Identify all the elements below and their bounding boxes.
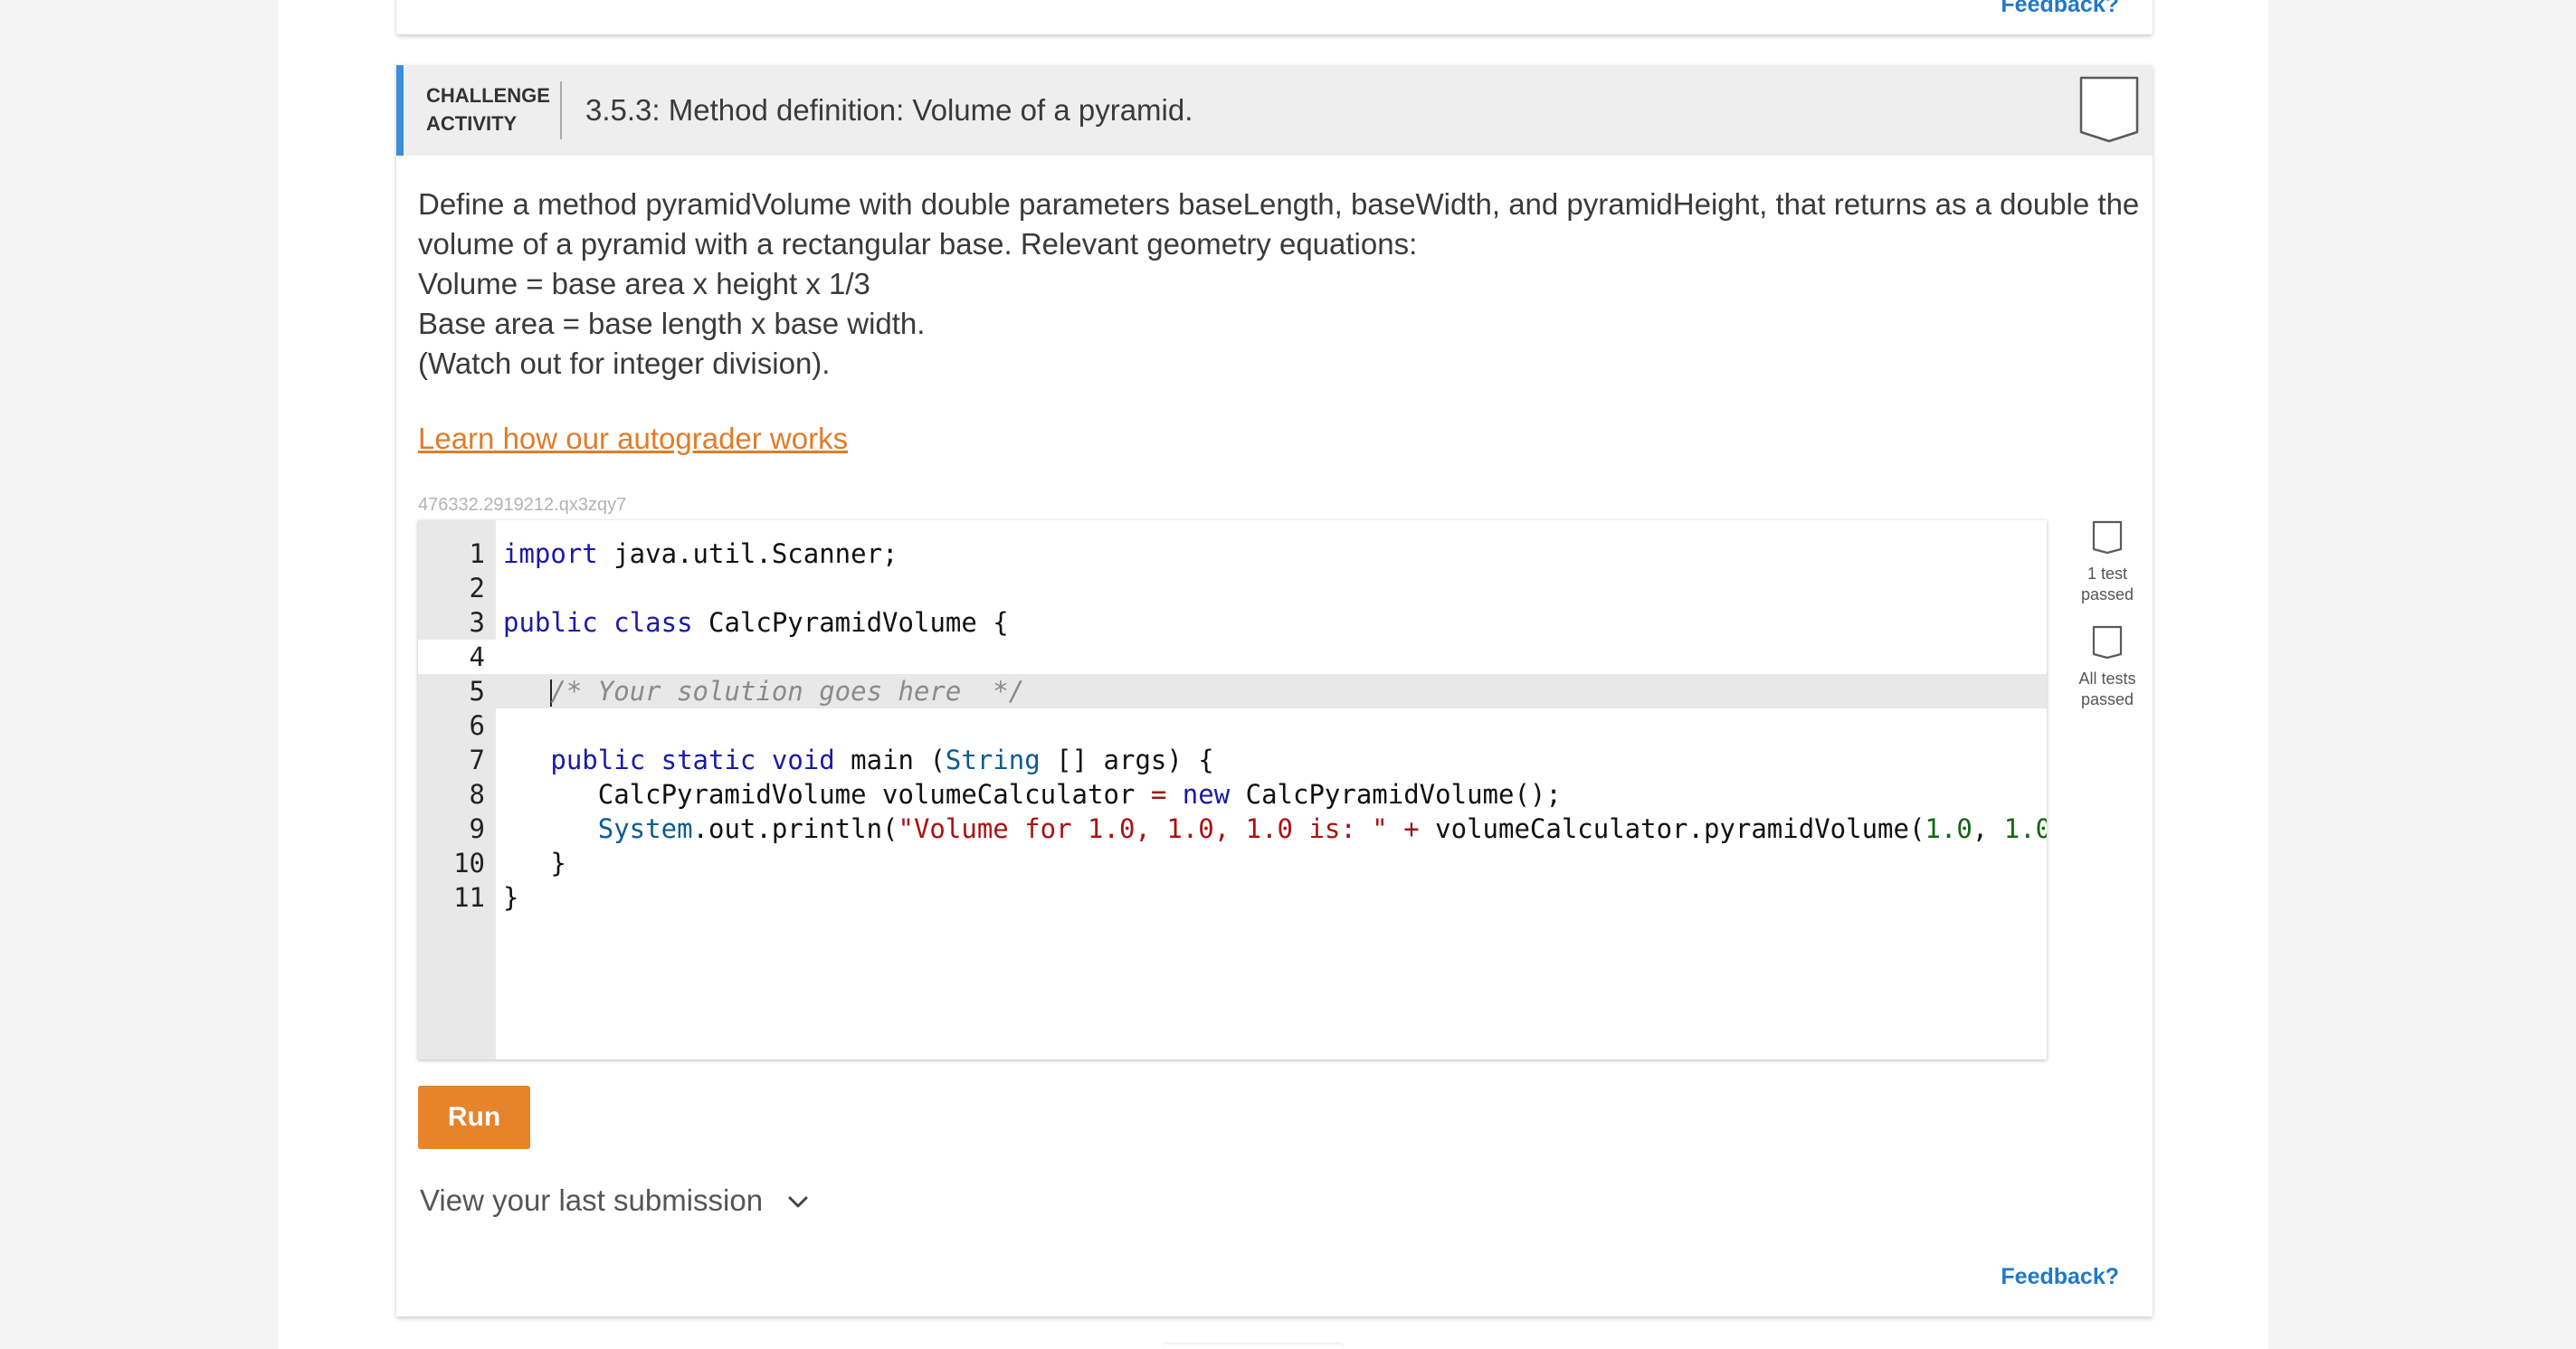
prompt-line: volume of a pyramid with a rectangular b… xyxy=(418,227,1418,261)
line-number: 4 xyxy=(469,641,485,672)
code-line-4[interactable]: 4 xyxy=(418,640,2047,674)
chevron-down-icon xyxy=(788,1196,808,1208)
line-text[interactable]: /* Your solution goes here */ xyxy=(503,674,1024,708)
code-line-2[interactable]: 2 xyxy=(418,571,2047,605)
line-number: 2 xyxy=(469,573,485,603)
shield-outline-icon xyxy=(2079,76,2139,143)
line-text[interactable]: System.out.println("Volume for 1.0, 1.0,… xyxy=(503,812,2047,846)
code-line-6[interactable]: 6 xyxy=(418,708,2047,743)
prompt-line: Define a method pyramidVolume with doubl… xyxy=(418,187,2140,221)
code-line-5[interactable]: 5 /* Your solution goes here */ xyxy=(418,674,2047,708)
line-text[interactable]: public static void main (String [] args)… xyxy=(503,743,1213,777)
activity-type-label: CHALLENGE ACTIVITY xyxy=(426,84,550,135)
prompt-line: (Watch out for integer division). xyxy=(418,347,831,380)
activity-prompt: Define a method pyramidVolume with doubl… xyxy=(418,185,2140,384)
prompt-line: Volume = base area x height x 1/3 xyxy=(418,267,870,300)
last-submission-label: View your last submission xyxy=(420,1183,764,1217)
feedback-link-top[interactable]: Feedback? xyxy=(2001,0,2119,18)
line-number: 9 xyxy=(469,813,485,844)
activity-id: 476332.2919212.qx3zqy7 xyxy=(418,495,627,515)
line-number: 7 xyxy=(469,745,485,775)
code-line-7[interactable]: 7 public static void main (String [] arg… xyxy=(418,743,2047,777)
header-divider xyxy=(560,81,562,139)
code-line-10[interactable]: 10 } xyxy=(418,846,2047,880)
line-number: 8 xyxy=(469,779,485,810)
run-button[interactable]: Run xyxy=(418,1086,530,1149)
autograder-link[interactable]: Learn how our autograder works xyxy=(418,421,848,457)
line-text[interactable]: } xyxy=(503,846,566,880)
all-tests-passed-label: All tests passed xyxy=(2078,670,2136,708)
next-card-edge xyxy=(1164,1344,1342,1349)
line-number: 6 xyxy=(469,710,485,741)
code-lines[interactable]: 1 import java.util.Scanner; 2 3 public class… xyxy=(418,537,2047,915)
line-number: 5 xyxy=(469,676,485,707)
view-last-submission-toggle[interactable]: View your last submission xyxy=(420,1181,809,1221)
code-editor[interactable]: 1 import java.util.Scanner; 2 3 public class… xyxy=(418,520,2047,1059)
activity-header: CHALLENGE ACTIVITY 3.5.3: Method definit… xyxy=(396,65,2153,156)
all-tests-passed-icon xyxy=(2092,625,2123,660)
code-line-8[interactable]: 8 CalcPyramidVolume volumeCalculator = n… xyxy=(418,777,2047,812)
line-number: 1 xyxy=(469,538,485,569)
line-number: 11 xyxy=(453,882,485,913)
activity-title: 3.5.3: Method definition: Volume of a py… xyxy=(585,93,1193,127)
line-number: 10 xyxy=(453,848,485,879)
line-text[interactable]: CalcPyramidVolume volumeCalculator = new… xyxy=(503,777,1562,812)
code-line-3[interactable]: 3 public class CalcPyramidVolume { xyxy=(418,605,2047,640)
challenge-activity-card: CHALLENGE ACTIVITY 3.5.3: Method definit… xyxy=(396,65,2153,1316)
line-text[interactable]: import java.util.Scanner; xyxy=(503,537,898,571)
code-line-1[interactable]: 1 import java.util.Scanner; xyxy=(418,537,2047,571)
feedback-link[interactable]: Feedback? xyxy=(2001,1263,2119,1290)
code-line-9[interactable]: 9 System.out.println("Volume for 1.0, 1.… xyxy=(418,812,2047,846)
header-accent-bar xyxy=(396,65,404,156)
test-passed-icon xyxy=(2092,520,2123,555)
prompt-line: Base area = base length x base width. xyxy=(418,307,926,340)
code-line-11[interactable]: 11} xyxy=(418,880,2047,915)
line-number: 3 xyxy=(469,607,485,638)
previous-activity-card: Feedback? xyxy=(396,0,2153,34)
one-test-passed-label: 1 test passed xyxy=(2080,565,2134,603)
line-text[interactable]: } xyxy=(503,880,518,915)
line-text[interactable]: public class CalcPyramidVolume { xyxy=(503,605,1009,640)
